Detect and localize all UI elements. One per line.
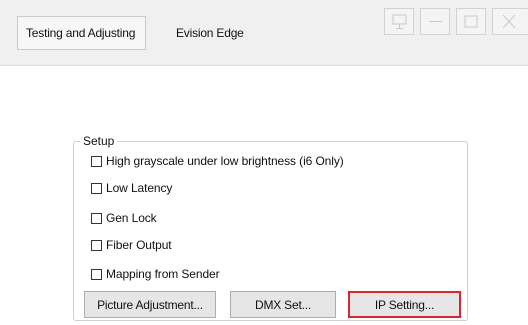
content-area: Setup High grayscale under low brightnes… xyxy=(0,66,528,325)
title-bar: Testing and Adjusting Evision Edge xyxy=(0,0,528,66)
checkbox[interactable] xyxy=(91,239,102,251)
setup-groupbox: Setup High grayscale under low brightnes… xyxy=(73,134,468,321)
close-button[interactable] xyxy=(492,8,528,35)
button-label: IP Setting... xyxy=(374,297,435,312)
tab-label: Testing and Adjusting xyxy=(26,26,136,40)
option-label: High grayscale under low brightness (i6 … xyxy=(106,154,344,168)
option-high-grayscale[interactable]: High grayscale under low brightness (i6 … xyxy=(91,153,344,169)
checkbox[interactable] xyxy=(91,182,102,194)
option-fiber-output[interactable]: Fiber Output xyxy=(91,237,172,253)
button-label: DMX Set... xyxy=(254,297,311,312)
option-mapping-from-sender[interactable]: Mapping from Sender xyxy=(91,266,220,282)
tab-evision-edge[interactable]: Evision Edge xyxy=(176,16,244,50)
option-label: Mapping from Sender xyxy=(106,267,220,281)
main-window: Testing and Adjusting Evision Edge Setup… xyxy=(0,0,528,325)
checkbox[interactable] xyxy=(91,155,102,167)
checkbox[interactable] xyxy=(91,268,102,280)
monitor-icon xyxy=(392,14,407,29)
close-icon xyxy=(502,14,516,29)
tab-testing-and-adjusting[interactable]: Testing and Adjusting xyxy=(17,16,146,50)
option-label: Low Latency xyxy=(106,181,173,195)
option-gen-lock[interactable]: Gen Lock xyxy=(91,210,157,226)
picture-adjustment-button[interactable]: Picture Adjustment... xyxy=(84,291,216,318)
option-low-latency[interactable]: Low Latency xyxy=(91,180,172,196)
button-label: Picture Adjustment... xyxy=(97,297,203,312)
checkbox[interactable] xyxy=(91,212,102,224)
minimize-icon xyxy=(429,21,442,22)
option-label: Gen Lock xyxy=(106,211,157,225)
tab-label: Evision Edge xyxy=(176,26,244,40)
setup-title: Setup xyxy=(80,134,118,148)
maximize-button[interactable] xyxy=(456,8,486,35)
maximize-icon xyxy=(464,15,478,28)
option-label: Fiber Output xyxy=(106,238,172,252)
ip-setting-button[interactable]: IP Setting... xyxy=(348,291,461,318)
minimize-button[interactable] xyxy=(420,8,450,35)
dmx-set-button[interactable]: DMX Set... xyxy=(230,291,336,318)
monitor-button[interactable] xyxy=(384,8,414,35)
